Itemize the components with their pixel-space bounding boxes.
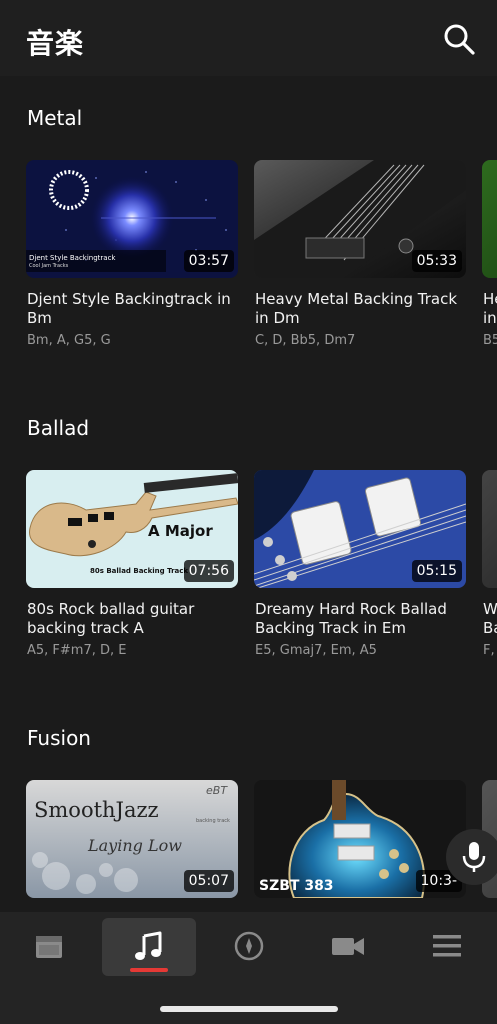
tab-discover[interactable] (202, 918, 296, 976)
thumbnail-caption: Djent Style Backingtrack (29, 254, 116, 262)
thumbnail-subcaption: Laying Low (88, 836, 182, 855)
track-thumbnail[interactable]: SZBT 383 10:3- (254, 780, 466, 898)
section-title: Metal (27, 106, 83, 130)
track-chords: B5 (483, 333, 497, 348)
duration-badge: 03:57 (183, 250, 234, 272)
search-icon[interactable] (442, 22, 476, 56)
track-thumbnail[interactable]: A Major 80s Ballad Backing Track 07:56 (26, 470, 238, 588)
tab-music[interactable] (102, 918, 196, 976)
tab-amp[interactable] (2, 918, 96, 976)
section-title: Ballad (27, 416, 90, 440)
menu-icon (433, 935, 461, 957)
duration-badge: 05:15 (411, 560, 462, 582)
track-chords: E5, Gmaj7, Em, A5 (255, 643, 377, 658)
section-metal: Metal Djent Style Backingtrack Cool Jam … (0, 76, 497, 376)
thumbnail-caption: SZBT 383 (259, 878, 334, 894)
track-title: He in (483, 290, 497, 327)
track-chords: F, (483, 643, 495, 658)
track-title: Djent Style Backingtrack in Bm (27, 290, 231, 327)
section-title: Fusion (27, 726, 91, 750)
track-title: Heavy Metal Backing Track in Dm (255, 290, 458, 327)
track-chords: C, D, Bb5, Dm7 (255, 333, 356, 348)
thumbnail-subcaption: Cool Jam Tracks (29, 263, 69, 269)
track-title: W Ba (483, 600, 497, 637)
section-fusion: Fusion SmoothJazz Laying Low eBT backing… (0, 696, 497, 912)
microphone-icon (462, 842, 486, 872)
amp-icon (36, 936, 62, 958)
music-note-icon (135, 931, 162, 960)
track-thumbnail[interactable] (482, 160, 497, 278)
duration-badge: 05:33 (411, 250, 462, 272)
thumbnail-badge-sub: backing track (196, 818, 230, 824)
microphone-button[interactable] (446, 829, 497, 885)
duration-badge: 07:56 (183, 560, 234, 582)
track-thumbnail[interactable]: 05:15 (254, 470, 466, 588)
thumbnail-subcaption: 80s Ballad Backing Track (90, 567, 189, 575)
thumbnail-badge: eBT (206, 784, 228, 797)
section-ballad: Ballad A Major 80s Ballad Backing Track (0, 386, 497, 686)
track-title: Dreamy Hard Rock Ballad Backing Track in… (255, 600, 447, 637)
home-indicator (160, 1006, 338, 1012)
track-thumbnail[interactable]: SmoothJazz Laying Low eBT backing track … (26, 780, 238, 898)
compass-icon (234, 931, 264, 961)
duration-badge: 05:07 (183, 870, 234, 892)
content-scroll-area[interactable]: Metal Djent Style Backingtrack Cool Jam … (0, 76, 497, 912)
card-row: SmoothJazz Laying Low eBT backing track … (26, 780, 497, 912)
page-title: 音楽 (26, 27, 85, 60)
card-row: Djent Style Backingtrack Cool Jam Tracks… (26, 160, 497, 380)
thumbnail-caption: SmoothJazz (34, 798, 159, 822)
app-header: 音楽 (0, 0, 497, 76)
track-thumbnail[interactable]: 05:33 (254, 160, 466, 278)
track-chords: A5, F#m7, D, E (27, 643, 127, 658)
track-chords: Bm, A, G5, G (27, 333, 111, 348)
active-tab-indicator (130, 968, 168, 972)
tab-video[interactable] (300, 918, 394, 976)
track-thumbnail[interactable]: Djent Style Backingtrack Cool Jam Tracks… (26, 160, 238, 278)
track-thumbnail[interactable] (482, 470, 497, 588)
tab-menu[interactable] (400, 918, 494, 976)
video-camera-icon (332, 938, 364, 955)
thumbnail-caption: A Major (148, 522, 213, 540)
track-title: 80s Rock ballad guitar backing track A (27, 600, 195, 637)
card-row: A Major 80s Ballad Backing Track 07:56 8… (26, 470, 497, 690)
